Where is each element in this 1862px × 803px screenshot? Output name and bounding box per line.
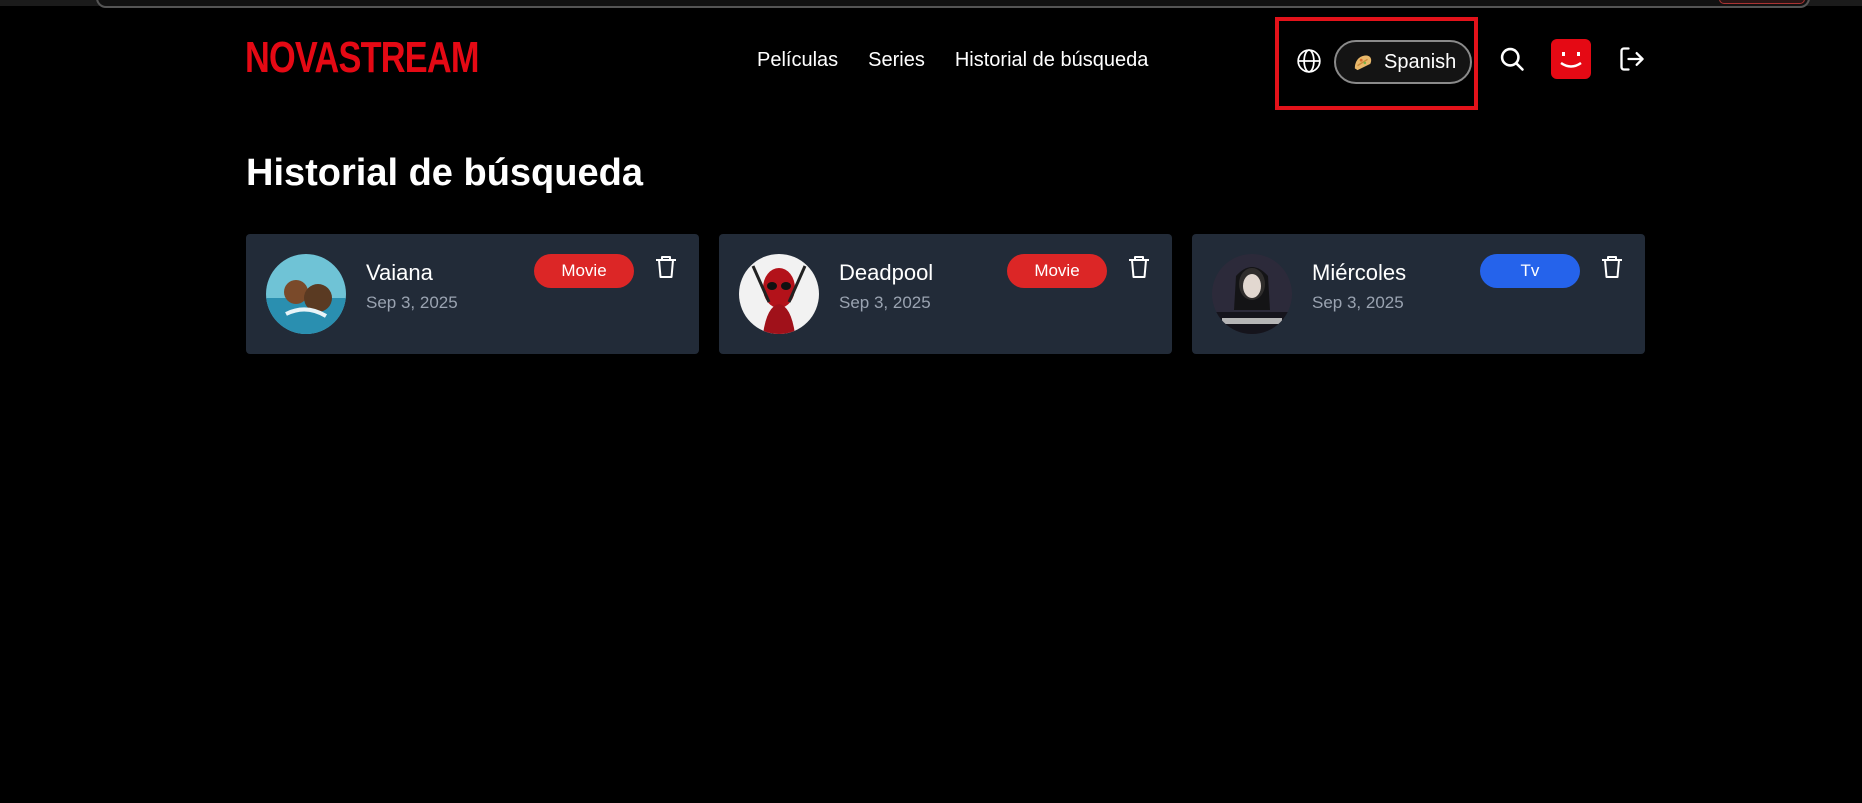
logout-icon[interactable] bbox=[1618, 45, 1646, 73]
trash-icon[interactable] bbox=[654, 254, 678, 280]
history-title: Deadpool bbox=[839, 260, 934, 285]
smile-icon bbox=[1560, 52, 1582, 68]
history-date: Sep 3, 2025 bbox=[1312, 293, 1404, 312]
history-title: Miércoles bbox=[1312, 260, 1407, 285]
browser-address-bar[interactable] bbox=[96, 0, 1810, 8]
language-selector-button[interactable]: Spanish bbox=[1334, 40, 1472, 84]
trash-icon[interactable] bbox=[1127, 254, 1151, 280]
type-badge: Movie bbox=[1007, 254, 1107, 288]
nav-item-historial[interactable]: Historial de búsqueda bbox=[955, 48, 1148, 72]
avatar[interactable] bbox=[1551, 39, 1591, 79]
browser-toolbar-button[interactable] bbox=[1719, 0, 1805, 4]
browser-top-edge bbox=[0, 0, 1862, 8]
type-badge: Tv bbox=[1480, 254, 1580, 288]
nav-item-series[interactable]: Series bbox=[868, 48, 925, 72]
brand-logo[interactable]: NOVASTREAM bbox=[245, 36, 479, 80]
page-title: Historial de búsqueda bbox=[246, 152, 643, 194]
type-badge: Movie bbox=[534, 254, 634, 288]
poster-thumbnail bbox=[1212, 254, 1292, 334]
history-date: Sep 3, 2025 bbox=[366, 293, 458, 312]
poster-thumbnail bbox=[739, 254, 819, 334]
language-selector-label: Spanish bbox=[1384, 50, 1457, 73]
taco-icon bbox=[1354, 55, 1372, 71]
history-card[interactable]: Deadpool Sep 3, 2025 Movie bbox=[719, 234, 1172, 354]
globe-icon bbox=[1297, 49, 1321, 73]
history-card[interactable]: Vaiana Sep 3, 2025 Movie bbox=[246, 234, 699, 354]
history-list: Vaiana Sep 3, 2025 Movie Deadpool Sep 3,… bbox=[246, 234, 1645, 354]
history-card[interactable]: Miércoles Sep 3, 2025 Tv bbox=[1192, 234, 1645, 354]
trash-icon[interactable] bbox=[1600, 254, 1624, 280]
history-date: Sep 3, 2025 bbox=[839, 293, 931, 312]
history-title: Vaiana bbox=[366, 260, 433, 285]
nav-item-peliculas[interactable]: Películas bbox=[757, 48, 838, 72]
main-nav: Películas Series Historial de búsqueda bbox=[757, 48, 1148, 72]
search-icon[interactable] bbox=[1498, 45, 1526, 73]
poster-thumbnail bbox=[266, 254, 346, 334]
